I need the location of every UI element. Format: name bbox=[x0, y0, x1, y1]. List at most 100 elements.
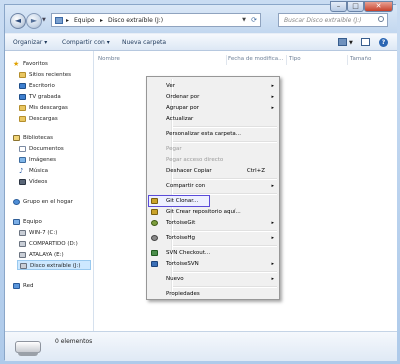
nav-network[interactable]: Red bbox=[13, 281, 33, 291]
breadcrumb-drive[interactable]: Disco extraíble (J:) bbox=[108, 14, 163, 27]
nav-desktop[interactable]: Escritorio bbox=[19, 81, 55, 91]
nav-libraries[interactable]: Bibliotecas bbox=[13, 133, 53, 143]
help-icon[interactable]: ? bbox=[379, 38, 388, 47]
refresh-icon[interactable]: ⟳ bbox=[251, 14, 257, 27]
menu-item-undo-copy[interactable]: Deshacer Copiar Ctrl+Z bbox=[149, 166, 277, 176]
menu-label: Actualizar bbox=[166, 116, 194, 122]
nav-label: Imágenes bbox=[29, 157, 56, 163]
change-view-icon[interactable] bbox=[338, 38, 347, 46]
nav-favorites[interactable]: ★ Favoritos bbox=[13, 59, 48, 69]
view-dropdown-icon[interactable]: ▼ bbox=[349, 40, 353, 46]
menu-item-share-with[interactable]: Compartir con ▸ bbox=[149, 181, 277, 191]
column-divider[interactable] bbox=[286, 55, 287, 65]
git-icon bbox=[151, 198, 158, 204]
svn-checkout-icon bbox=[151, 250, 158, 256]
close-button[interactable]: ✕ bbox=[364, 1, 393, 12]
new-folder-button[interactable]: Nueva carpeta bbox=[122, 34, 166, 51]
column-header-date[interactable]: Fecha de modifica... bbox=[228, 56, 283, 62]
menu-label: TortoiseHg bbox=[166, 235, 195, 241]
crumb-separator-icon[interactable]: ▸ bbox=[100, 14, 103, 27]
column-header-name[interactable]: Nombre bbox=[98, 56, 120, 62]
menu-item-tortoisesvn[interactable]: TortoiseSVN ▸ bbox=[149, 259, 277, 269]
menu-separator bbox=[173, 178, 277, 180]
nav-downloads[interactable]: Descargas bbox=[19, 114, 58, 124]
drive-icon bbox=[19, 229, 26, 236]
menu-item-customize[interactable]: Personalizar esta carpeta... bbox=[149, 129, 277, 139]
menu-item-properties[interactable]: Propiedades bbox=[149, 289, 277, 299]
preview-pane-icon[interactable] bbox=[361, 38, 370, 46]
search-input[interactable]: Buscar Disco extraíble (J:) bbox=[284, 14, 362, 27]
column-divider[interactable] bbox=[226, 55, 227, 65]
nav-drive-d[interactable]: COMPARTIDO (D:) bbox=[19, 239, 78, 249]
nav-computer[interactable]: Equipo bbox=[13, 217, 42, 227]
nav-drive-c[interactable]: WIN-7 (C:) bbox=[19, 228, 57, 238]
address-bar-area: ◄ ► ▼ ▸ Equipo ▸ Disco extraíble (J:) ▼ … bbox=[5, 1, 397, 33]
computer-icon bbox=[55, 17, 63, 24]
computer-icon bbox=[13, 218, 20, 225]
music-icon: ♪ bbox=[19, 166, 24, 175]
menu-item-group-by[interactable]: Agrupar por ▸ bbox=[149, 103, 277, 113]
recent-pages-dropdown-icon[interactable]: ▼ bbox=[42, 17, 46, 23]
column-header-size[interactable]: Tamaño bbox=[350, 56, 371, 62]
breadcrumb-equipo[interactable]: Equipo bbox=[74, 14, 95, 27]
nav-my-downloads[interactable]: Mis descargas bbox=[19, 103, 68, 113]
menu-item-git-clone[interactable]: Git Clonar... bbox=[148, 195, 210, 207]
share-with-button[interactable]: Compartir con ▾ bbox=[62, 34, 110, 51]
homegroup-icon bbox=[13, 198, 20, 205]
nav-label: COMPARTIDO (D:) bbox=[29, 241, 78, 247]
nav-homegroup[interactable]: Grupo en el hogar bbox=[13, 197, 73, 207]
nav-label: Favoritos bbox=[23, 61, 48, 67]
menu-item-paste[interactable]: Pegar bbox=[149, 144, 277, 154]
nav-recorded-tv[interactable]: TV grabada bbox=[19, 92, 61, 102]
submenu-arrow-icon: ▸ bbox=[271, 83, 274, 89]
menu-item-sort-by[interactable]: Ordenar por ▸ bbox=[149, 92, 277, 102]
nav-label: TV grabada bbox=[29, 94, 61, 100]
organize-button[interactable]: Organizar ▾ bbox=[13, 34, 47, 51]
address-bar[interactable]: ▸ Equipo ▸ Disco extraíble (J:) ▼ ⟳ bbox=[51, 13, 261, 27]
maximize-button[interactable]: □ bbox=[347, 1, 364, 12]
nav-videos[interactable]: Vídeos bbox=[19, 177, 47, 187]
menu-label: Pegar acceso directo bbox=[166, 157, 224, 163]
forward-button[interactable]: ► bbox=[26, 13, 42, 29]
navigation-pane: ★ Favoritos Sitios recientes Escritorio T… bbox=[5, 51, 94, 331]
search-box[interactable]: Buscar Disco extraíble (J:) bbox=[278, 13, 388, 27]
submenu-arrow-icon: ▸ bbox=[271, 105, 274, 111]
network-icon bbox=[13, 282, 20, 289]
menu-label: Nuevo bbox=[166, 276, 184, 282]
back-arrow-icon: ◄ bbox=[14, 16, 22, 25]
nav-label: WIN-7 (C:) bbox=[29, 230, 58, 236]
menu-item-svn-checkout[interactable]: SVN Checkout... bbox=[149, 248, 277, 258]
nav-images[interactable]: Imágenes bbox=[19, 155, 56, 165]
menu-label: Git Clonar... bbox=[166, 198, 199, 204]
nav-label: Grupo en el hogar bbox=[23, 199, 73, 205]
nav-label: Descargas bbox=[29, 116, 58, 122]
menu-separator bbox=[173, 286, 277, 288]
menu-label: Ver bbox=[166, 83, 175, 89]
shortcut-label: Ctrl+Z bbox=[246, 168, 265, 174]
menu-item-tortoisehg[interactable]: TortoiseHg ▸ bbox=[149, 233, 277, 243]
nav-documents[interactable]: Documentos bbox=[19, 144, 64, 154]
menu-item-view[interactable]: Ver ▸ bbox=[149, 81, 277, 91]
documents-icon bbox=[19, 145, 26, 152]
minimize-button[interactable]: – bbox=[330, 1, 347, 12]
address-dropdown-icon[interactable]: ▼ bbox=[242, 14, 246, 27]
nav-drive-j[interactable]: Disco extraíble (J:) bbox=[17, 260, 91, 270]
back-button[interactable]: ◄ bbox=[10, 13, 26, 29]
nav-music[interactable]: ♪ Música bbox=[19, 166, 48, 176]
menu-item-new[interactable]: Nuevo ▸ bbox=[149, 274, 277, 284]
menu-label: Deshacer Copiar bbox=[166, 168, 212, 174]
crumb-separator-icon[interactable]: ▸ bbox=[66, 14, 69, 27]
menu-item-tortoisegit[interactable]: TortoiseGit ▸ bbox=[149, 218, 277, 228]
tortoisegit-icon bbox=[151, 220, 158, 226]
submenu-arrow-icon: ▸ bbox=[271, 220, 274, 226]
tv-icon bbox=[19, 93, 26, 100]
submenu-arrow-icon: ▸ bbox=[271, 94, 274, 100]
nav-recent-places[interactable]: Sitios recientes bbox=[19, 70, 71, 80]
menu-item-refresh[interactable]: Actualizar bbox=[149, 114, 277, 124]
column-header-type[interactable]: Tipo bbox=[289, 56, 301, 62]
menu-item-paste-shortcut[interactable]: Pegar acceso directo bbox=[149, 155, 277, 165]
nav-drive-e[interactable]: ATALAYA (E:) bbox=[19, 250, 64, 260]
menu-item-git-create-repo[interactable]: Git Crear repositorio aquí... bbox=[149, 207, 277, 217]
column-divider[interactable] bbox=[347, 55, 348, 65]
downloads-icon bbox=[19, 115, 26, 122]
